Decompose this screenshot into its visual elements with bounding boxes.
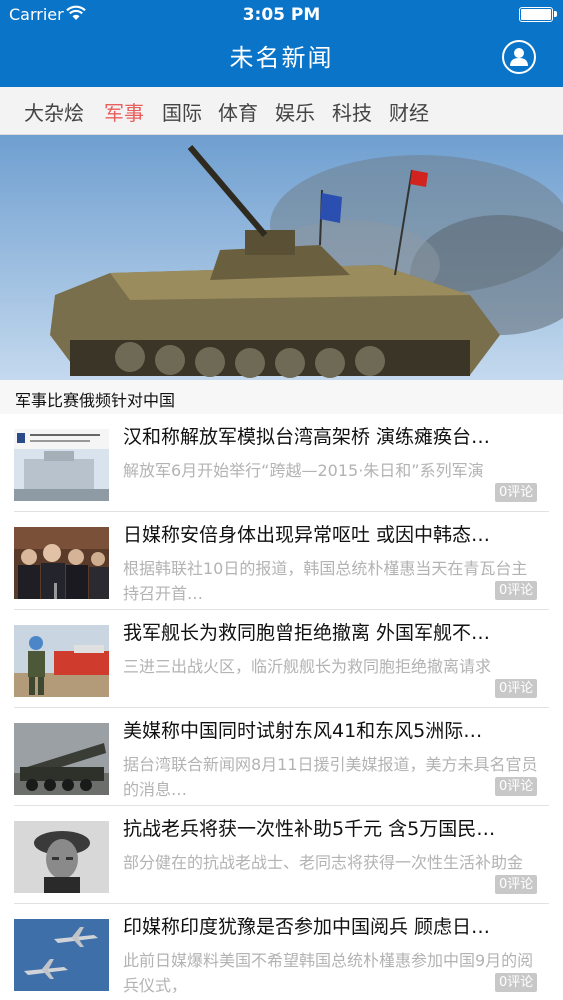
news-item[interactable]: 印媒称印度犹豫是否参加中国阅兵 顾虑日… 此前日媒爆料美国不希望韩国总统朴槿惠参… [0, 904, 563, 1000]
tab-international[interactable]: 国际 [162, 97, 202, 126]
news-item[interactable]: 美媒称中国同时试射东风41和东风5洲际… 据台湾联合新闻网8月11日援引美媒报道… [0, 708, 563, 806]
hero-image[interactable] [0, 135, 563, 380]
hero-caption[interactable]: 军事比赛俄频针对中国 [0, 380, 563, 414]
navigation-bar: Carrier 3:05 PM 未名新闻 [0, 0, 563, 87]
news-summary: 部分健在的抗战老战士、老同志将获得一次性生活补助金 [123, 853, 524, 872]
battery-icon [519, 7, 557, 22]
status-bar: Carrier 3:05 PM [0, 0, 563, 30]
news-summary: 此前日媒爆料美国不希望韩国总统朴槿惠参加中国9月的阅兵仪式， [123, 951, 534, 995]
military-building-thumb [14, 429, 109, 501]
comment-count-badge[interactable]: 0评论 [495, 679, 538, 698]
missile-truck-thumb [14, 723, 109, 795]
news-summary: 据台湾联合新闻网8月11日援引美媒报道，美方未具名官员的消息… [123, 755, 538, 799]
comment-count-badge[interactable]: 0评论 [495, 777, 538, 796]
jets-thumb [14, 919, 109, 991]
comment-count-badge[interactable]: 0评论 [495, 973, 538, 992]
tab-entertainment[interactable]: 娱乐 [275, 97, 315, 126]
status-time: 3:05 PM [242, 5, 321, 25]
news-summary: 三进三出战火区，临沂舰舰长为救同胞拒绝撤离请求 [123, 657, 492, 676]
news-title: 美媒称中国同时试射东风41和东风5洲际… [123, 720, 483, 742]
user-glyph-icon [510, 48, 528, 66]
app-title: 未名新闻 [229, 44, 334, 72]
tab-finance[interactable]: 财经 [389, 97, 429, 126]
user-icon[interactable] [502, 40, 536, 74]
news-title: 抗战老兵将获一次性补助5千元 含5万国民… [123, 818, 496, 840]
news-title: 汉和称解放军模拟台湾高架桥 演练瘫痪台… [123, 426, 491, 448]
news-item[interactable]: 我军舰长为救同胞曾拒绝撤离 外国军舰不… 三进三出战火区，临沂舰舰长为救同胞拒绝… [0, 610, 563, 708]
news-summary: 根据韩联社10日的报道，韩国总统朴槿惠当天在青瓦台主持召开首… [123, 559, 528, 603]
news-title: 印媒称印度犹豫是否参加中国阅兵 顾虑日… [123, 916, 491, 938]
category-tabs: 大杂烩 军事 国际 体育 娱乐 科技 财经 [0, 87, 563, 135]
tab-sports[interactable]: 体育 [218, 97, 258, 126]
comment-count-badge[interactable]: 0评论 [495, 875, 538, 894]
veteran-portrait-thumb [14, 821, 109, 893]
tab-dazahui[interactable]: 大杂烩 [24, 97, 84, 126]
news-title: 我军舰长为救同胞曾拒绝撤离 外国军舰不… [123, 622, 491, 644]
comment-count-badge[interactable]: 0评论 [495, 483, 538, 502]
news-title: 日媒称安倍身体出现异常呕吐 或因中韩态… [123, 524, 491, 546]
tab-military[interactable]: 军事 [104, 97, 144, 126]
comment-count-badge[interactable]: 0评论 [495, 581, 538, 600]
news-summary: 解放军6月开始举行“跨越—2015·朱日和”系列军演 [123, 461, 484, 480]
news-item[interactable]: 日媒称安倍身体出现异常呕吐 或因中韩态… 根据韩联社10日的报道，韩国总统朴槿惠… [0, 512, 563, 610]
armored-vehicle-photo [0, 135, 563, 380]
abe-press-thumb [14, 527, 109, 599]
news-item[interactable]: 抗战老兵将获一次性补助5千元 含5万国民… 部分健在的抗战老战士、老同志将获得一… [0, 806, 563, 904]
news-item[interactable]: 汉和称解放军模拟台湾高架桥 演练瘫痪台… 解放军6月开始举行“跨越—2015·朱… [0, 414, 563, 512]
tab-technology[interactable]: 科技 [332, 97, 372, 126]
soldier-thumb [14, 625, 109, 697]
